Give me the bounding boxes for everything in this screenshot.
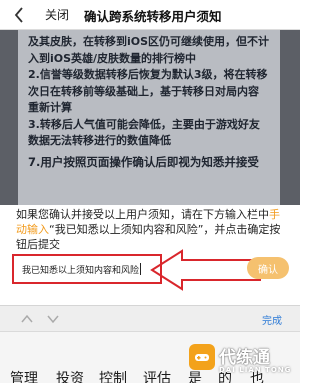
candidate-word[interactable]: 控制: [99, 368, 127, 383]
watermark-title: 代练通: [219, 348, 270, 368]
candidate-word[interactable]: 是: [188, 368, 202, 383]
notice-line: 次日在转移前等级基础上，基于转移日对局内容: [28, 84, 259, 98]
notice-heading: 7.用户按照页面操作确认后即视为知悉并接受: [28, 154, 259, 169]
confirm-button[interactable]: 确认: [247, 257, 289, 279]
confirm-instructions: 如果您确认并接受以上用户须知，请在下方输入栏中手动输入“我已知悉以上须知内容和风…: [16, 207, 288, 252]
notice-text: 及其皮肤，在转移到iOS区仍可继续使用，但不计 入到iOS英雄/皮肤数量的排行榜…: [28, 34, 280, 170]
back-button[interactable]: [10, 5, 28, 25]
page-title: 确认跨系统转移用户须知: [84, 9, 222, 24]
confirmation-input-value: 我已知悉以上须知内容和风险: [22, 265, 140, 276]
confirmation-input[interactable]: 我已知悉以上须知内容和风险: [12, 254, 162, 284]
screen: 关闭 确认跨系统转移用户须知 及其皮肤，在转移到iOS区仍可继续使用，但不计 入…: [0, 0, 300, 383]
notice-line: 入到iOS英雄/皮肤数量的排行榜中: [28, 51, 197, 65]
instruction-text-2: “我已知悉以上须知内容和风险”，并点击确定按钮后提交: [16, 223, 281, 251]
game-controller-icon: [195, 354, 209, 361]
nav-bar: 关闭 确认跨系统转移用户须知: [0, 0, 300, 30]
notice-line: 3.转移后人气值可能会降低，主要由于游戏好友: [28, 117, 260, 131]
chevron-left-icon: [14, 7, 23, 23]
notice-panel: 及其皮肤，在转移到iOS区仍可继续使用，但不计 入到iOS英雄/皮肤数量的排行榜…: [0, 30, 300, 205]
keyboard-toolbar: 完成: [0, 305, 300, 331]
notice-line: 数据无法转移进行的数值降低: [28, 134, 171, 147]
instruction-text: 如果您确认并接受以上用户须知，请在下方输入栏中: [16, 208, 269, 221]
notice-line: 及其皮肤，在转移到iOS区仍可继续使用，但不计: [28, 35, 270, 48]
watermark-subtitle: DAI LIAN TONG: [219, 366, 292, 374]
chevron-down-icon[interactable]: [46, 312, 60, 326]
candidate-word[interactable]: 管理: [10, 368, 38, 383]
watermark-logo-icon: [189, 344, 215, 370]
notice-line: 2.信誉等级数据转移后恢复为默认3级，将在转移: [28, 68, 268, 81]
text-caret: [140, 263, 142, 275]
done-button[interactable]: 完成: [262, 312, 282, 327]
notice-line: 重新计算: [28, 101, 72, 114]
candidate-word[interactable]: 投资: [56, 368, 84, 383]
chevron-up-icon[interactable]: [20, 312, 34, 326]
close-button[interactable]: 关闭: [45, 6, 69, 23]
candidate-word[interactable]: 评估: [143, 368, 171, 383]
